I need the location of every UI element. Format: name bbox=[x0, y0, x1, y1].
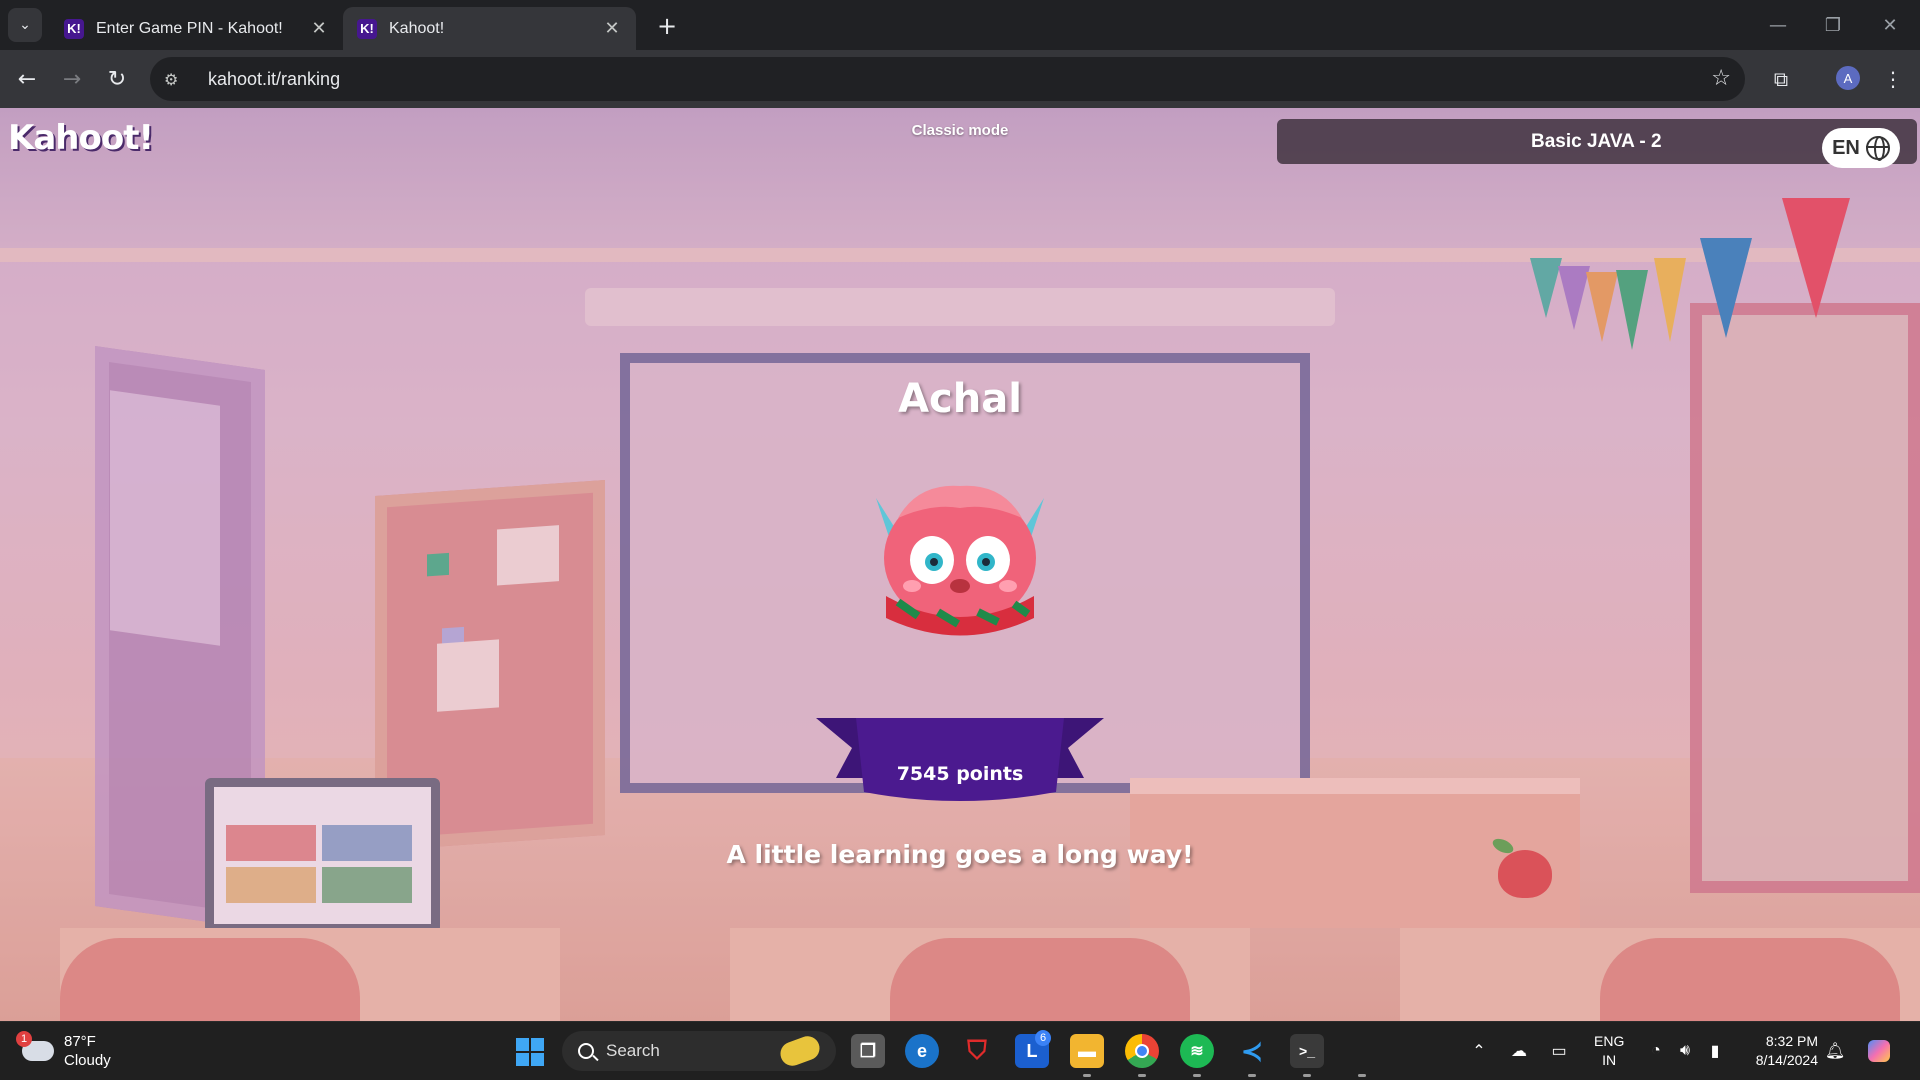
running-indicator bbox=[1303, 1074, 1311, 1077]
profile-avatar[interactable]: A bbox=[1836, 66, 1860, 90]
address-bar[interactable]: ⚙ kahoot.it/ranking ☆ bbox=[150, 57, 1745, 101]
weather-desc: Cloudy bbox=[64, 1052, 111, 1069]
kahoot-logo: Kahoot! bbox=[8, 118, 154, 158]
system-clock[interactable]: 8:32 PM 8/14/2024 bbox=[1740, 1032, 1818, 1070]
kahoot-ranking-page: Kahoot! Classic mode Basic JAVA - 2 EN A… bbox=[0, 108, 1920, 1021]
browser-toolbar: ← → ↻ ⚙ kahoot.it/ranking ☆ ⧉ ⋮ bbox=[0, 50, 1920, 108]
corn-icon bbox=[777, 1032, 823, 1070]
onedrive-icon[interactable]: ☁ bbox=[1508, 1040, 1530, 1062]
points-ribbon bbox=[816, 718, 1104, 801]
globe-icon bbox=[1865, 136, 1890, 161]
url-text[interactable]: kahoot.it/ranking bbox=[208, 69, 340, 90]
windows-taskbar: 1 87°F Cloudy Search ❐ e ⛉ L 6 ▬ ≋ ≺ >_ … bbox=[0, 1021, 1920, 1080]
restore-button[interactable]: ❐ bbox=[1813, 8, 1853, 42]
vscode-icon[interactable]: ≺ bbox=[1235, 1034, 1269, 1068]
running-indicator bbox=[1358, 1074, 1366, 1077]
tab-enter-game-pin[interactable]: K! Enter Game PIN - Kahoot! ✕ bbox=[50, 7, 343, 50]
reload-icon: ↻ bbox=[107, 66, 127, 92]
game-mode-label: Classic mode bbox=[911, 122, 1009, 139]
tab-title: Enter Game PIN - Kahoot! bbox=[96, 19, 283, 37]
new-tab-button[interactable]: + bbox=[652, 11, 682, 41]
weather-temp: 87°F bbox=[64, 1033, 96, 1050]
forward-button[interactable]: → bbox=[56, 63, 88, 95]
arrow-right-icon: → bbox=[62, 66, 82, 92]
copilot-icon[interactable] bbox=[1868, 1040, 1890, 1062]
outlook-badge: 6 bbox=[1035, 1030, 1051, 1046]
close-window-button[interactable]: ✕ bbox=[1870, 8, 1910, 42]
tab-search-button[interactable]: ⌄ bbox=[8, 8, 42, 42]
mcafee-icon[interactable]: ⛉ bbox=[960, 1034, 994, 1068]
clock-date: 8/14/2024 bbox=[1755, 1052, 1818, 1068]
quiz-title-bar: Basic JAVA - 2 bbox=[1277, 119, 1917, 164]
monster-avatar-icon bbox=[876, 485, 1044, 636]
clock-time: 8:32 PM bbox=[1765, 1033, 1818, 1049]
wifi-icon[interactable]: ◔ bbox=[1645, 1040, 1667, 1062]
windows-start-icon[interactable] bbox=[516, 1038, 544, 1066]
close-icon: ✕ bbox=[1882, 14, 1898, 36]
terminal-icon[interactable]: >_ bbox=[1290, 1034, 1324, 1068]
search-label: Search bbox=[606, 1041, 660, 1060]
tablet-icon[interactable]: ▭ bbox=[1548, 1040, 1570, 1062]
quiz-title: Basic JAVA - 2 bbox=[1531, 130, 1662, 152]
file-explorer-icon[interactable]: ▬ bbox=[1070, 1034, 1104, 1068]
lang-line2: IN bbox=[1602, 1052, 1617, 1068]
battery-icon[interactable]: ▮ bbox=[1704, 1040, 1726, 1062]
input-language[interactable]: ENG IN bbox=[1594, 1032, 1624, 1070]
tab-kahoot[interactable]: K! Kahoot! ✕ bbox=[343, 7, 636, 50]
motto-text: A little learning goes a long way! bbox=[726, 840, 1194, 869]
kahoot-favicon-icon: K! bbox=[64, 18, 84, 39]
notification-bell-icon[interactable]: 🔔︎ bbox=[1824, 1040, 1846, 1062]
chevron-up-icon[interactable]: ⌃ bbox=[1468, 1040, 1490, 1062]
player-name: Achal bbox=[898, 376, 1022, 422]
running-indicator bbox=[1248, 1074, 1256, 1077]
running-indicator bbox=[1138, 1074, 1146, 1077]
bookmark-star-icon[interactable]: ☆ bbox=[1711, 66, 1731, 91]
extensions-button[interactable]: ⧉ bbox=[1765, 63, 1797, 95]
puzzle-icon: ⧉ bbox=[1773, 67, 1789, 91]
running-indicator bbox=[1083, 1074, 1091, 1077]
tab-title: Kahoot! bbox=[389, 19, 445, 37]
taskbar-search[interactable]: Search bbox=[562, 1031, 836, 1071]
site-info-icon[interactable]: ⚙ bbox=[164, 70, 188, 89]
browser-tab-bar: ⌄ K! Enter Game PIN - Kahoot! ✕ K! Kahoo… bbox=[0, 0, 1920, 50]
spotify-icon[interactable]: ≋ bbox=[1180, 1034, 1214, 1068]
more-vert-icon: ⋮ bbox=[1883, 67, 1903, 91]
restore-icon: ❐ bbox=[1824, 14, 1842, 36]
chrome-menu-button[interactable]: ⋮ bbox=[1877, 63, 1909, 95]
search-icon bbox=[578, 1043, 594, 1059]
cloud-icon: 1 bbox=[16, 1031, 54, 1061]
running-indicator bbox=[1193, 1074, 1201, 1077]
chrome-center bbox=[1135, 1044, 1149, 1058]
weather-badge: 1 bbox=[16, 1031, 32, 1047]
minimize-icon: — bbox=[1769, 14, 1787, 36]
player-points: 7545 points bbox=[896, 763, 1024, 785]
reload-button[interactable]: ↻ bbox=[101, 63, 133, 95]
language-selector-button[interactable]: EN bbox=[1822, 128, 1900, 168]
close-icon[interactable]: ✕ bbox=[309, 18, 329, 39]
kahoot-favicon-icon: K! bbox=[357, 18, 377, 39]
minimize-button[interactable]: — bbox=[1758, 8, 1798, 42]
lang-line1: ENG bbox=[1594, 1033, 1625, 1049]
weather-widget[interactable]: 1 87°F Cloudy bbox=[16, 1031, 111, 1070]
edge-icon[interactable]: e bbox=[905, 1034, 939, 1068]
language-code: EN bbox=[1832, 136, 1860, 159]
weather-text: 87°F Cloudy bbox=[64, 1032, 111, 1070]
close-icon[interactable]: ✕ bbox=[602, 18, 622, 39]
chrome-icon[interactable] bbox=[1125, 1034, 1159, 1068]
arrow-left-icon: ← bbox=[17, 66, 37, 92]
task-view-icon[interactable]: ❐ bbox=[851, 1034, 885, 1068]
chevron-down-icon: ⌄ bbox=[19, 17, 31, 33]
volume-icon[interactable]: 🔊︎ bbox=[1674, 1040, 1696, 1062]
back-button[interactable]: ← bbox=[11, 63, 43, 95]
plus-icon: + bbox=[656, 12, 678, 40]
